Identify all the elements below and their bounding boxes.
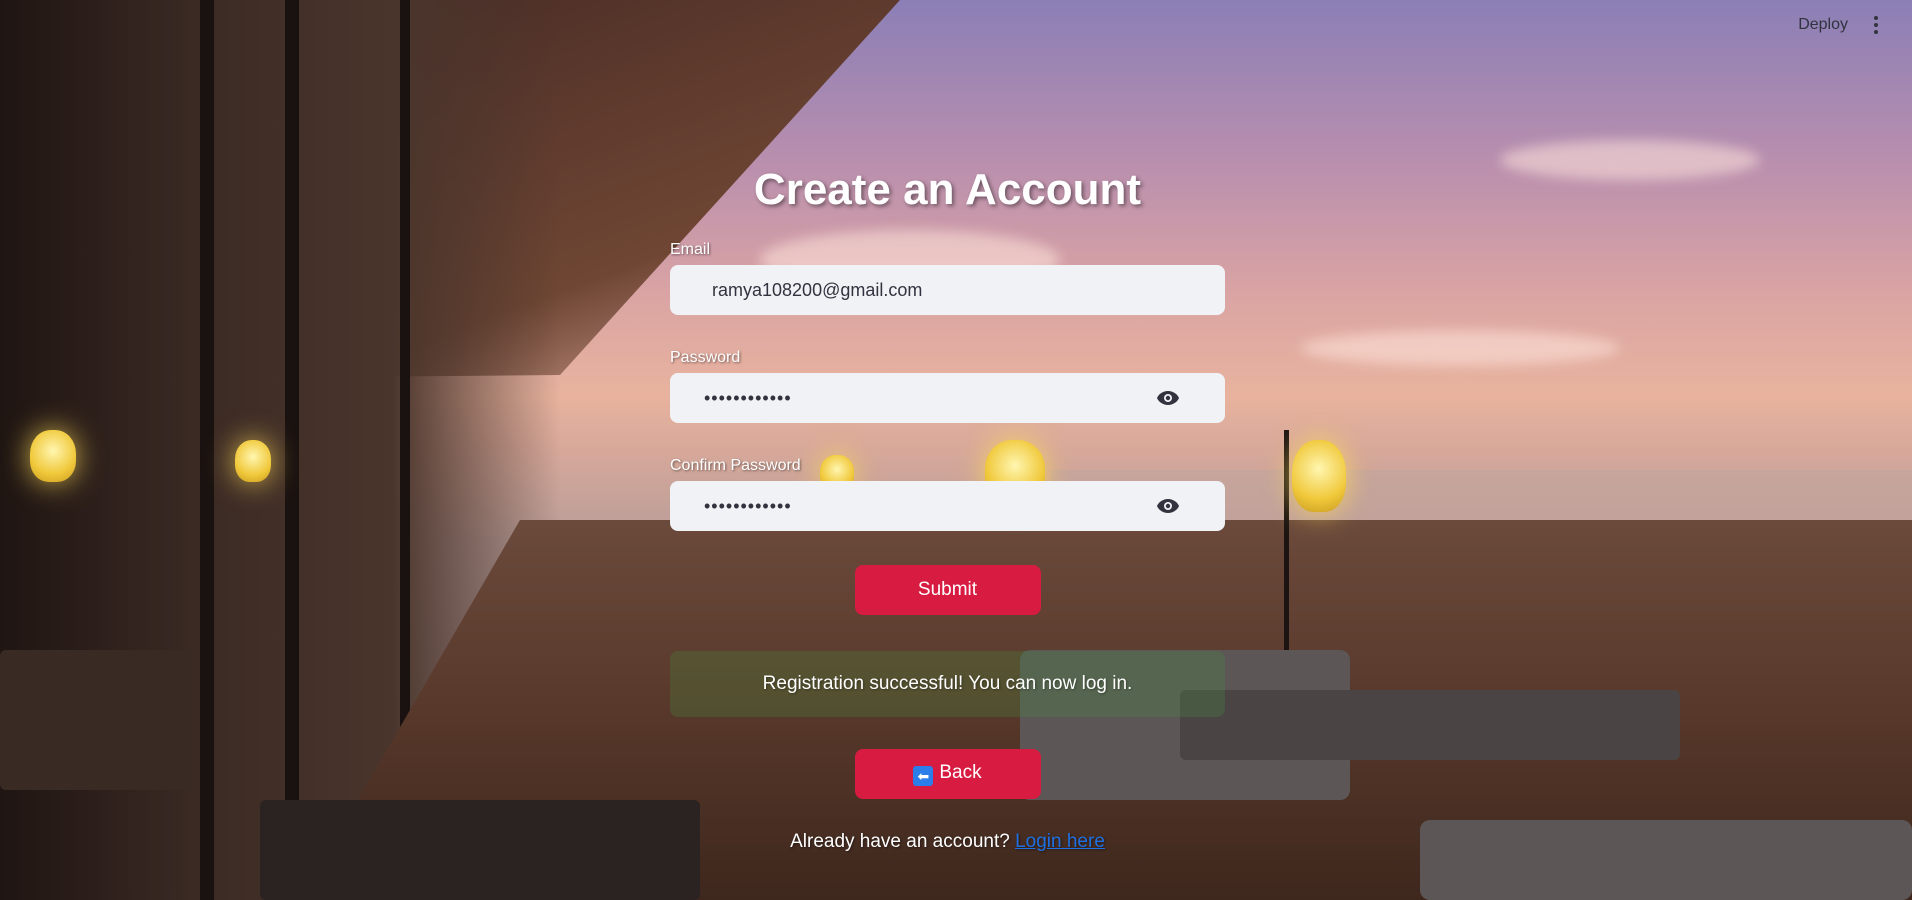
confirm-password-field[interactable] xyxy=(670,481,1225,531)
back-label: Back xyxy=(939,762,982,783)
eye-icon[interactable] xyxy=(1155,498,1181,514)
deploy-button[interactable]: Deploy xyxy=(1798,16,1848,34)
success-message: Registration successful! You can now log… xyxy=(762,673,1133,694)
registration-form: Create an Account Email Password Confirm… xyxy=(670,165,1225,853)
password-label: Password xyxy=(670,349,741,366)
login-prompt: Already have an account? Login here xyxy=(670,831,1225,853)
back-wrapper: ⬅ Back xyxy=(670,749,1225,799)
confirm-password-label: Confirm Password xyxy=(670,457,801,474)
email-field-wrapper xyxy=(670,265,1225,315)
success-alert: Registration successful! You can now log… xyxy=(670,651,1225,717)
page-title: Create an Account xyxy=(753,165,1142,214)
email-field[interactable] xyxy=(670,265,1225,315)
top-toolbar: Deploy xyxy=(1798,0,1912,50)
submit-wrapper: Submit xyxy=(670,565,1225,615)
kebab-menu-icon[interactable] xyxy=(1870,12,1882,38)
email-label: Email xyxy=(670,241,711,258)
submit-button[interactable]: Submit xyxy=(854,565,1041,615)
password-field-wrapper xyxy=(670,373,1225,423)
back-button[interactable]: ⬅ Back xyxy=(854,749,1041,799)
password-field[interactable] xyxy=(670,373,1225,423)
confirm-password-field-wrapper xyxy=(670,481,1225,531)
login-link[interactable]: Login here xyxy=(1015,831,1105,852)
eye-icon[interactable] xyxy=(1155,390,1181,406)
login-prompt-text: Already have an account? xyxy=(790,831,1010,852)
back-arrow-icon: ⬅ xyxy=(913,766,934,786)
